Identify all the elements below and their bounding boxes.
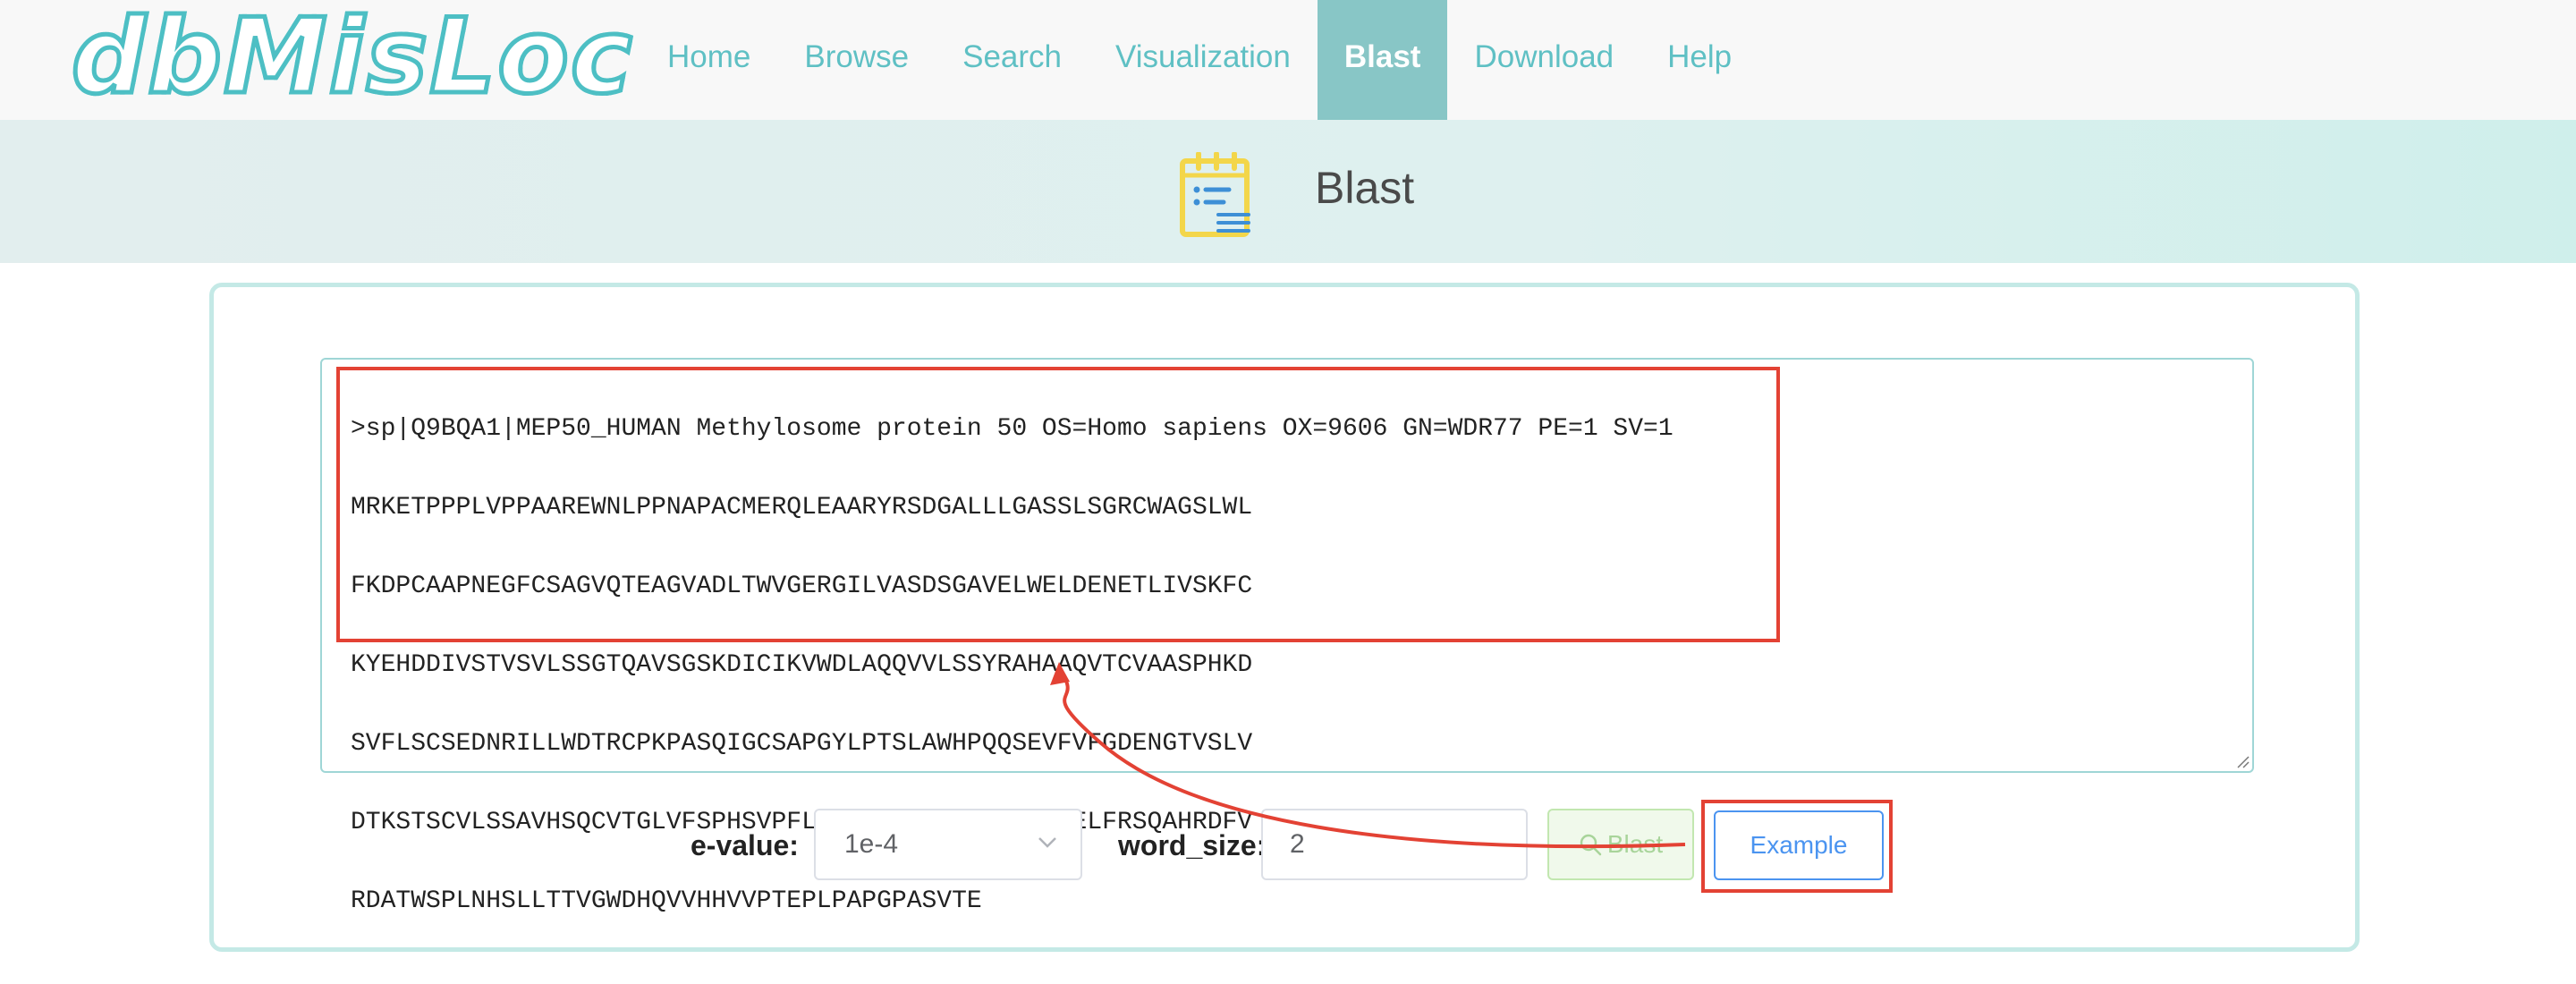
nav-item-browse[interactable]: Browse — [777, 0, 936, 120]
page-title: Blast — [1315, 163, 1415, 213]
nav-item-search[interactable]: Search — [936, 0, 1089, 120]
evalue-select[interactable]: 1e-4 — [814, 809, 1082, 880]
evalue-label: e-value: — [691, 829, 799, 861]
sequence-line: RDATWSPLNHSLLTTVGWDHQVVHHVVPTEPLPAPGPASV… — [351, 887, 982, 915]
wordsize-input[interactable]: 2 — [1261, 809, 1528, 880]
nav-item-help[interactable]: Help — [1640, 0, 1758, 120]
chevron-down-icon — [1038, 837, 1056, 848]
resize-grip-icon[interactable] — [2234, 753, 2250, 769]
nav-item-visualization[interactable]: Visualization — [1089, 0, 1318, 120]
nav-item-home[interactable]: Home — [640, 0, 777, 120]
sequence-line: KYEHDDIVSTVSVLSSGTQAVSGSKDICIKVWDLAQQVVL… — [351, 651, 1253, 679]
evalue-selected-value: 1e-4 — [844, 829, 899, 859]
main-nav: Home Browse Search Visualization Blast D… — [640, 0, 1758, 120]
blast-button[interactable]: Blast — [1547, 809, 1694, 880]
wordsize-label: word_size: — [1118, 829, 1267, 861]
blast-button-label: Blast — [1606, 830, 1664, 858]
navbar: dbMisLoc Home Browse Search Visualizatio… — [0, 0, 2576, 120]
page-banner: Blast — [0, 120, 2576, 263]
nav-item-blast[interactable]: Blast — [1317, 0, 1448, 120]
clipboard-list-icon — [1180, 152, 1250, 237]
nav-item-download[interactable]: Download — [1447, 0, 1640, 120]
search-icon — [1580, 834, 1602, 856]
annotation-highlight-example — [1701, 800, 1893, 893]
annotation-highlight-sequence — [336, 367, 1780, 642]
site-logo[interactable]: dbMisLoc — [70, 1, 635, 113]
sequence-line: SVFLSCSEDNRILLWDTRCPKPASQIGCSAPGYLPTSLAW… — [351, 730, 1253, 758]
